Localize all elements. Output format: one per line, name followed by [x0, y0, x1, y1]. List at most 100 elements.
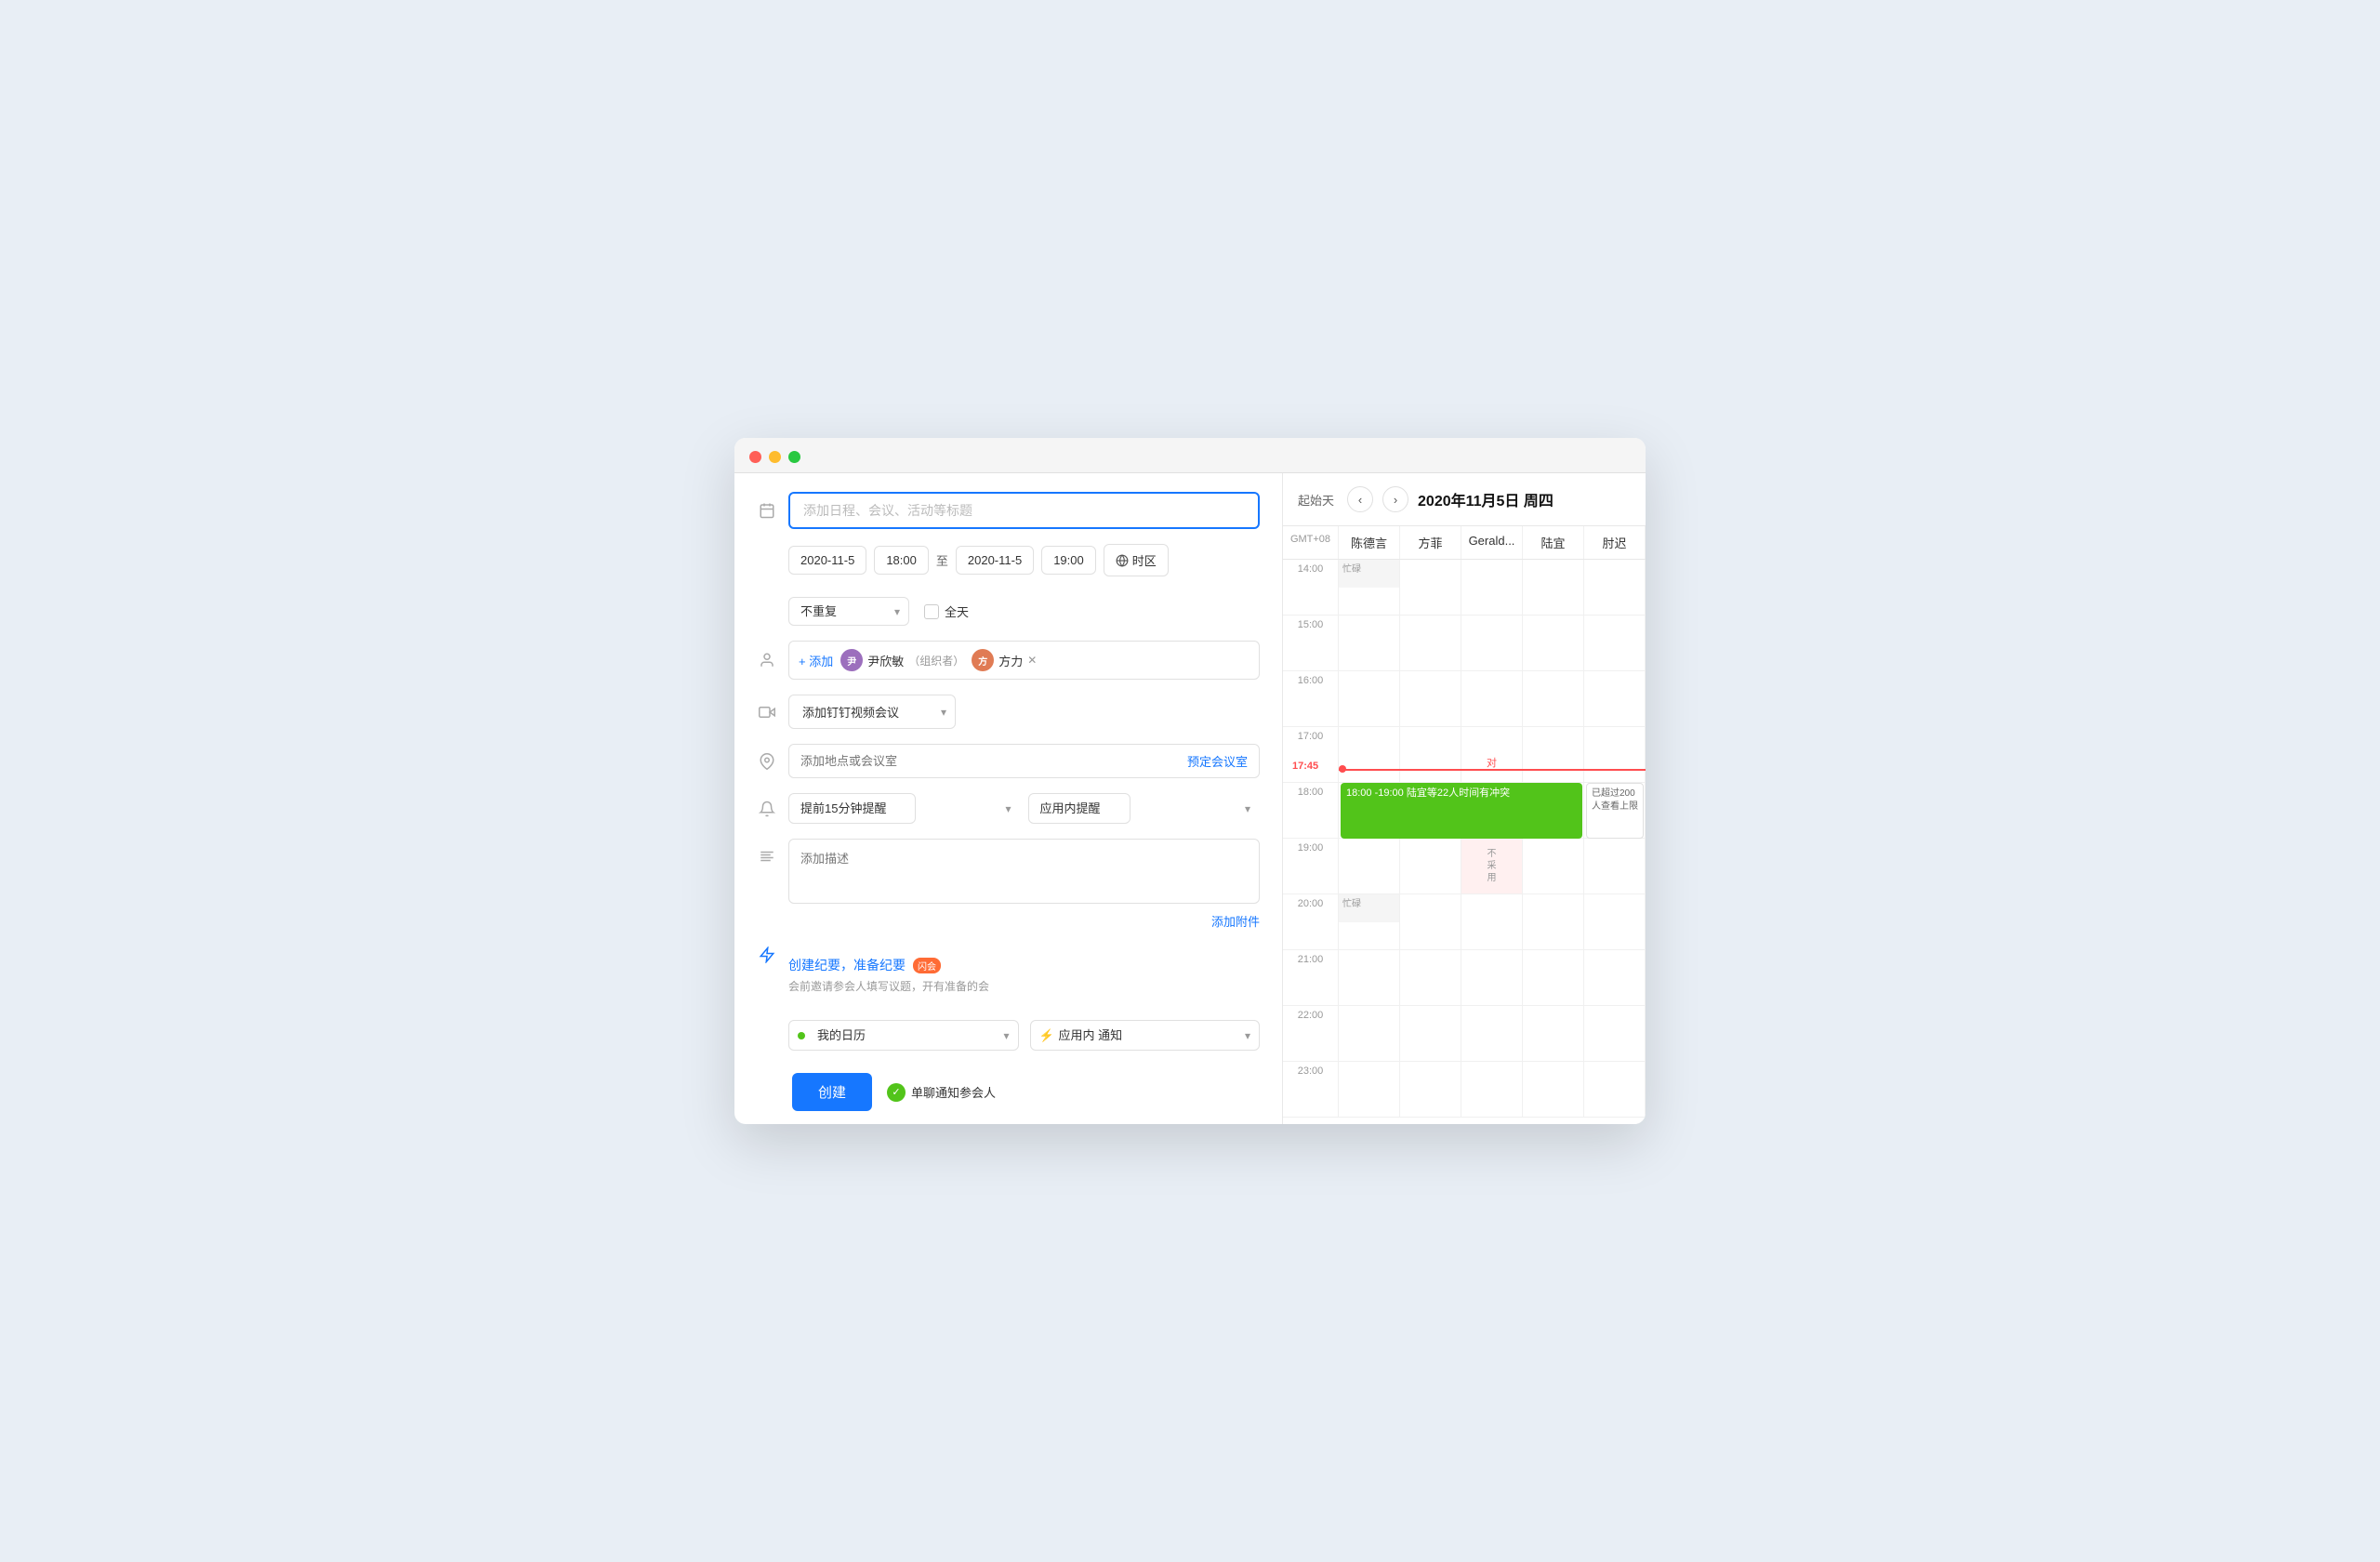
allday-checkbox-label[interactable]: 全天 [924, 602, 969, 620]
cell-zc-17 [1584, 727, 1645, 783]
cell-luyi-23 [1523, 1062, 1583, 1118]
against-label-gerald: 对 [1461, 755, 1522, 770]
time-20: 20:00 [1283, 894, 1339, 950]
location-field: 预定会议室 [788, 744, 1260, 778]
column-headers: GMT+08 陈德言 方菲 Gerald... 陆宜 肘迟 [1283, 526, 1646, 560]
notification-select[interactable]: 应用内 通知 [1030, 1020, 1261, 1051]
time-21: 21:00 [1283, 950, 1339, 1006]
organizer-chip: 尹 尹欣敏 （组织者） [840, 649, 964, 671]
cell-chen-15 [1339, 616, 1399, 671]
create-button[interactable]: 创建 [792, 1073, 872, 1111]
add-attachment-button[interactable]: 添加附件 [1211, 912, 1260, 930]
next-nav-button[interactable]: › [1382, 486, 1408, 512]
time-17: 17:00 [1283, 727, 1339, 783]
attendees-field: + 添加 尹 尹欣敏 （组织者） 方 方力 ✕ [788, 641, 1260, 680]
calendar-panel: 起始天 ‹ › 2020年11月5日 周四 GMT+08 陈德言 方菲 Gera… [1283, 473, 1646, 1124]
repeat-row: 不重复 全天 [788, 597, 969, 626]
cell-chen-21 [1339, 950, 1399, 1006]
attendees-row: + 添加 尹 尹欣敏 （组织者） 方 方力 ✕ [757, 641, 1260, 680]
calendar-icon [757, 500, 777, 521]
calendar-header: 起始天 ‹ › 2020年11月5日 周四 [1283, 473, 1646, 526]
cell-fangfei-16 [1400, 671, 1461, 727]
cell-chen-19 [1339, 839, 1399, 894]
gmt-header: GMT+08 [1283, 526, 1339, 559]
col-header-chen: 陈德言 [1339, 526, 1400, 559]
start-date[interactable]: 2020-11-5 [788, 546, 866, 575]
day-col-zhouchí [1584, 560, 1646, 1118]
day-col-gerald: 不采用 对 [1461, 560, 1523, 1118]
reminder-row: 提前15分钟提醒 应用内提醒 [757, 793, 1260, 824]
notes-description: 会前邀请参会人填写议题，开有准备的会 [788, 978, 1260, 994]
end-time[interactable]: 19:00 [1041, 546, 1096, 575]
timezone-button[interactable]: 时区 [1104, 544, 1169, 576]
cell-luyi-15 [1523, 616, 1583, 671]
main-window: 2020-11-5 18:00 至 2020-11-5 19:00 时区 [734, 438, 1646, 1124]
cell-chen-16 [1339, 671, 1399, 727]
over-limit-notice: 已超过200人查看上限 [1586, 783, 1644, 839]
reminder-row-inner: 提前15分钟提醒 应用内提醒 [788, 793, 1260, 824]
location-icon [757, 751, 777, 772]
grid-inner: GMT+08 陈德言 方菲 Gerald... 陆宜 肘迟 14:00 15:0… [1283, 526, 1646, 1118]
col-header-zhouchí: 肘迟 [1584, 526, 1646, 559]
busy-chen-14-label: 忙碌 [1339, 563, 1365, 576]
time-16: 16:00 [1283, 671, 1339, 727]
col-header-gerald: Gerald... [1461, 526, 1523, 559]
datetime-row: 2020-11-5 18:00 至 2020-11-5 19:00 时区 [757, 544, 1260, 626]
video-meeting-row: 添加钉钉视频会议 ▾ [757, 695, 1260, 729]
cell-zc-20 [1584, 894, 1645, 950]
day-col-fangfei [1400, 560, 1461, 1118]
title-row [757, 492, 1260, 529]
cell-gerald-14 [1461, 560, 1522, 616]
calendar-notification-row: 我的日历 ▾ ⚡ 应用内 通知 ▾ [757, 1020, 1260, 1051]
start-day-label: 起始天 [1298, 491, 1334, 509]
repeat-select[interactable]: 不重复 [788, 597, 909, 626]
cell-zc-14 [1584, 560, 1645, 616]
add-attendee-button[interactable]: + 添加 [799, 652, 833, 669]
start-time[interactable]: 18:00 [874, 546, 929, 575]
close-dot[interactable] [749, 451, 761, 463]
book-room-button[interactable]: 预定会议室 [1187, 752, 1248, 770]
titlebar [734, 438, 1646, 473]
day-col-luyi [1523, 560, 1584, 1118]
allday-checkbox[interactable] [924, 604, 939, 619]
end-date[interactable]: 2020-11-5 [956, 546, 1034, 575]
attendee-name-fangli: 方力 [998, 652, 1023, 669]
attendee-container: + 添加 尹 尹欣敏 （组织者） 方 方力 ✕ [788, 641, 1260, 680]
calendar-date-title: 2020年11月5日 周四 [1418, 488, 1554, 510]
attachment-row: 添加附件 [788, 912, 1260, 930]
desc-field: 添加附件 [788, 839, 1260, 930]
cell-gerald-19: 不采用 [1461, 839, 1522, 894]
notes-title-link[interactable]: 创建纪要，准备纪要 [788, 956, 906, 974]
reminder-type-select[interactable]: 应用内提醒 [1028, 793, 1130, 824]
col-header-fangfei: 方菲 [1400, 526, 1461, 559]
cell-zc-15 [1584, 616, 1645, 671]
time-22: 22:00 [1283, 1006, 1339, 1062]
unavail-gerald: 不采用 [1461, 839, 1522, 894]
notify-check-icon: ✓ [887, 1083, 906, 1102]
time-grid: 14:00 15:00 16:00 17:00 18:00 19:00 20:0… [1283, 560, 1646, 1118]
location-input[interactable] [800, 754, 1187, 768]
cell-fangfei-14 [1400, 560, 1461, 616]
notify-attendees-checkbox[interactable]: ✓ 单聊通知参会人 [887, 1083, 996, 1102]
video-icon [757, 702, 777, 722]
organizer-name: 尹欣敏 [867, 652, 904, 669]
event-form-panel: 2020-11-5 18:00 至 2020-11-5 19:00 时区 [734, 473, 1283, 1124]
cell-luyi-20 [1523, 894, 1583, 950]
attendee-remove-button[interactable]: ✕ [1027, 655, 1037, 666]
cell-zc-21 [1584, 950, 1645, 1006]
minimize-dot[interactable] [769, 451, 781, 463]
maximize-dot[interactable] [788, 451, 800, 463]
calendar-select[interactable]: 我的日历 [788, 1020, 1019, 1051]
video-meeting-button[interactable]: 添加钉钉视频会议 [788, 695, 956, 729]
day-col-chen: 忙碌 忙碌 [1339, 560, 1400, 1118]
title-input[interactable] [788, 492, 1260, 529]
notes-content: 创建纪要，准备纪要 闪会 会前邀请参会人填写议题，开有准备的会 [788, 945, 1260, 1005]
reminder-time-select[interactable]: 提前15分钟提醒 [788, 793, 916, 824]
notify-attendees-label: 单聊通知参会人 [911, 1083, 996, 1101]
prev-nav-button[interactable]: ‹ [1347, 486, 1373, 512]
busy-chen-20: 忙碌 [1339, 894, 1399, 922]
main-event-block: 18:00 -19:00 陆宜等22人时间有冲突 [1341, 783, 1582, 839]
cell-luyi-17 [1523, 727, 1583, 783]
description-textarea[interactable] [788, 839, 1260, 904]
cell-luyi-21 [1523, 950, 1583, 1006]
